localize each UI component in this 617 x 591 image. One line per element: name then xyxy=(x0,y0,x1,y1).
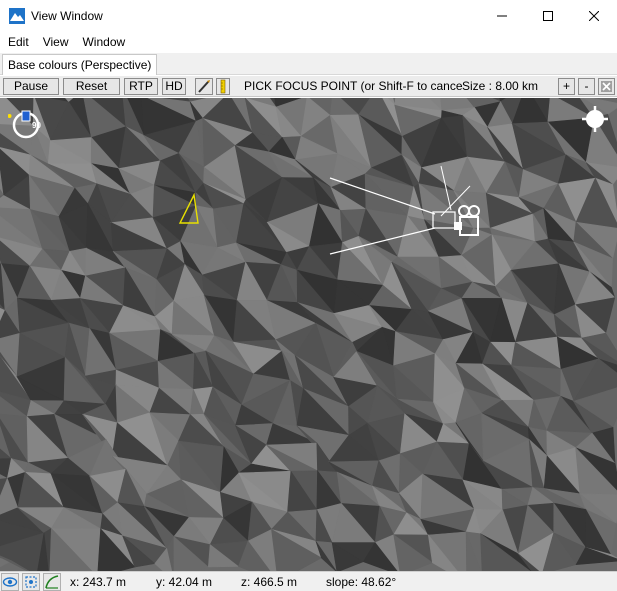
close-x-icon xyxy=(601,81,612,92)
tab-bar: Base colours (Perspective) xyxy=(0,53,617,75)
pick-tool-button[interactable] xyxy=(195,78,213,95)
camera-icon[interactable] xyxy=(454,202,484,240)
app-icon xyxy=(9,8,25,24)
terrain-viewport[interactable]: 90 xyxy=(0,98,617,571)
pick-brush-icon xyxy=(198,80,210,93)
target-focus-icon[interactable] xyxy=(581,105,609,133)
view-toolbar: Pause Reset RTP HD PICK FOCUS POINT (or … xyxy=(0,76,617,97)
slope-icon xyxy=(45,575,59,589)
ruler-button[interactable] xyxy=(216,78,230,95)
select-region-button[interactable] xyxy=(22,573,40,591)
eye-icon xyxy=(2,577,18,587)
y-coordinate: y: 42.04 m xyxy=(156,575,213,589)
compass-heading: 90 xyxy=(32,121,41,130)
window-title: View Window xyxy=(31,9,103,23)
select-region-icon xyxy=(25,576,37,588)
terrain-mesh xyxy=(0,98,617,571)
minimize-icon xyxy=(497,15,507,17)
pause-button[interactable]: Pause xyxy=(3,78,59,95)
x-coordinate: x: 243.7 m xyxy=(70,575,127,589)
menu-bar: Edit View Window xyxy=(0,32,617,52)
minimize-button[interactable] xyxy=(479,0,525,32)
focus-marker-icon[interactable] xyxy=(176,191,202,227)
menu-view[interactable]: View xyxy=(35,35,75,49)
reset-button[interactable]: Reset xyxy=(63,78,120,95)
tool-status-text: PICK FOCUS POINT (or Shift-F to cance xyxy=(244,79,463,93)
visibility-button[interactable] xyxy=(1,573,19,591)
rtp-button[interactable]: RTP xyxy=(124,78,158,95)
close-button[interactable] xyxy=(571,0,617,32)
compass-icon[interactable]: 90 xyxy=(8,110,46,140)
tab-base-colours[interactable]: Base colours (Perspective) xyxy=(2,54,158,75)
slope-button[interactable] xyxy=(43,573,61,591)
title-bar: View Window xyxy=(0,0,617,32)
maximize-button[interactable] xyxy=(525,0,571,32)
z-coordinate: z: 466.5 m xyxy=(241,575,298,589)
ruler-icon xyxy=(220,79,226,94)
close-view-button[interactable] xyxy=(598,78,615,95)
slope-readout: slope: 48.62° xyxy=(326,575,397,589)
status-bar: x: 243.7 m y: 42.04 m z: 466.5 m slope: … xyxy=(0,571,617,591)
zoom-out-button[interactable]: - xyxy=(578,78,595,95)
menu-edit[interactable]: Edit xyxy=(0,35,35,49)
zoom-in-button[interactable]: + xyxy=(558,78,575,95)
close-icon xyxy=(589,11,599,21)
size-readout: Size : 8.00 km xyxy=(462,79,539,93)
maximize-icon xyxy=(543,11,553,21)
hd-button[interactable]: HD xyxy=(162,78,186,95)
menu-window[interactable]: Window xyxy=(74,35,131,49)
